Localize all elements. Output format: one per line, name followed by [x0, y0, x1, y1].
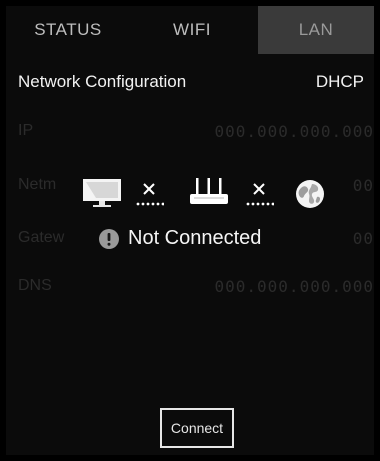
tab-wifi[interactable]: WIFI	[130, 6, 254, 54]
tab-lan[interactable]: LAN	[258, 6, 374, 54]
connection-status-text: Not Connected	[128, 227, 262, 249]
dns-value[interactable]: 000.000.000.000	[215, 277, 375, 296]
dhcp-mode-label[interactable]: DHCP	[316, 72, 364, 92]
dns-row: DNS 000.000.000.000	[6, 273, 374, 301]
tab-status[interactable]: STATUS	[6, 6, 130, 54]
lan-settings-screen: STATUS WIFI LAN Network Configuration DH…	[6, 6, 374, 455]
ip-row: IP 000.000.000.000	[6, 118, 374, 146]
disconnected-icon	[246, 180, 274, 210]
disconnected-icon	[136, 180, 164, 210]
connect-button[interactable]: Connect	[160, 408, 234, 448]
dns-label: DNS	[18, 277, 52, 294]
page-title: Network Configuration	[18, 72, 187, 91]
network-config-header: Network Configuration DHCP	[6, 68, 374, 98]
tab-bar: STATUS WIFI LAN	[6, 6, 374, 54]
ip-label: IP	[18, 122, 34, 139]
connection-status-overlay: Not Connected	[6, 166, 374, 256]
router-icon	[188, 176, 230, 208]
info-icon	[98, 228, 120, 250]
ip-value[interactable]: 000.000.000.000	[215, 122, 375, 141]
monitor-icon	[82, 178, 122, 208]
globe-icon	[295, 179, 325, 209]
